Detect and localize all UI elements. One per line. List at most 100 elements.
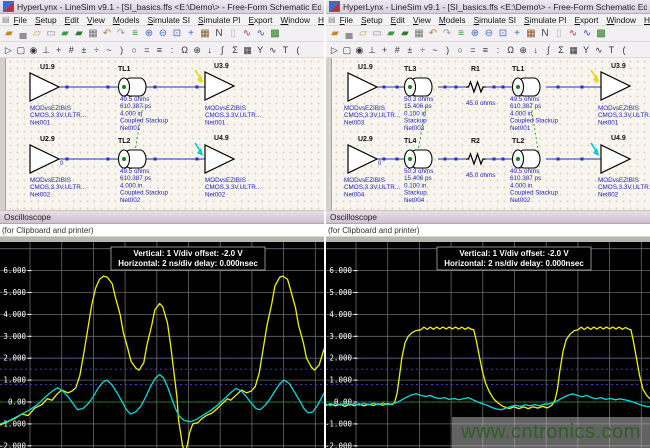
zoom-out-icon[interactable]: ⊖ [156,27,170,40]
zoom-in-icon[interactable]: ⊕ [468,27,482,40]
open-design-icon[interactable]: ▰ [2,27,16,40]
redo-icon[interactable]: ↷ [114,27,128,40]
menu-setup[interactable]: Setup [361,15,383,25]
menu-models[interactable]: Models [439,15,466,25]
palette-icon-10[interactable]: ) [115,43,128,56]
palette-icon-16[interactable]: ⊕ [191,43,204,56]
palette-icon-1[interactable]: ▷ [328,43,341,56]
palette-icon-4[interactable]: ⊥ [366,43,379,56]
zoom-out-icon[interactable]: ⊖ [482,27,496,40]
palette-icon-8[interactable]: ÷ [416,43,429,56]
palette-icon-4[interactable]: ⊥ [40,43,53,56]
palette-icon-21[interactable]: Y [254,43,267,56]
palette-icon-11[interactable]: ○ [454,43,467,56]
palette-icon-23[interactable]: T [279,43,292,56]
oscilloscope-icon[interactable]: ∿ [580,27,594,40]
ic-buffer-U2.9[interactable] [348,145,377,173]
save-icon[interactable]: ▰ [384,27,398,40]
palette-icon-3[interactable]: ◉ [27,43,40,56]
palette-icon-17[interactable]: ↓ [530,43,543,56]
menu-file[interactable]: File [14,15,27,25]
palette-icon-2[interactable]: ▢ [341,43,354,56]
palette-icon-15[interactable]: Ω [178,43,191,56]
print-icon[interactable]: ▄ [342,27,356,40]
open-file-icon[interactable]: ▱ [30,27,44,40]
menu-edit[interactable]: Edit [65,15,79,25]
mdi-child-icon[interactable]: ▤ [2,15,10,24]
board-sim-icon[interactable]: ▩ [594,27,608,40]
palette-icon-19[interactable]: Σ [229,43,242,56]
palette-icon-2[interactable]: ▢ [15,43,28,56]
ic-buffer-U4.9[interactable] [205,145,234,173]
window-titlebar[interactable]: HyperLynx - LineSim v9.1 - [SI_basics.ff… [0,0,324,14]
new-sheet-icon[interactable]: ▯ [226,27,240,40]
resistor-R1[interactable] [466,82,486,92]
ic-buffer-U4.9[interactable] [601,145,630,173]
menu-export[interactable]: Export [248,15,272,25]
menu-edit[interactable]: Edit [391,15,405,25]
ic-buffer-U3.9[interactable] [601,72,630,100]
palette-icon-11[interactable]: ○ [128,43,141,56]
board-view-icon[interactable]: ▦ [198,27,212,40]
menu-simulate-pi[interactable]: Simulate PI [524,15,566,25]
pan-icon[interactable]: + [184,27,198,40]
menu-window[interactable]: Window [280,15,310,25]
menu-simulate-pi[interactable]: Simulate PI [198,15,240,25]
palette-icon-17[interactable]: ↓ [204,43,217,56]
palette-icon-12[interactable]: = [141,43,154,56]
resistor-R2[interactable] [466,154,486,164]
ic-buffer-U1.9[interactable] [30,73,59,101]
zoom-window-icon[interactable]: ⊡ [496,27,510,40]
mdi-child-icon[interactable]: ▤ [328,15,336,24]
zoom-in-icon[interactable]: ⊕ [142,27,156,40]
save-icon[interactable]: ▰ [58,27,72,40]
palette-icon-3[interactable]: ◉ [353,43,366,56]
palette-icon-12[interactable]: = [467,43,480,56]
printer-icon[interactable]: ▦ [412,27,426,40]
print-icon[interactable]: ▄ [16,27,30,40]
palette-icon-5[interactable]: + [52,43,65,56]
save-all-icon[interactable]: ▰ [72,27,86,40]
menu-simulate-si[interactable]: Simulate SI [148,15,190,25]
palette-icon-10[interactable]: ) [441,43,454,56]
pan-icon[interactable]: + [510,27,524,40]
open-design-icon[interactable]: ▰ [328,27,342,40]
menu-export[interactable]: Export [574,15,598,25]
palette-icon-20[interactable]: ▦ [567,43,580,56]
undo-icon[interactable]: ↶ [100,27,114,40]
palette-icon-8[interactable]: ÷ [90,43,103,56]
palette-icon-6[interactable]: # [391,43,404,56]
zoom-window-icon[interactable]: ⊡ [170,27,184,40]
palette-icon-14[interactable]: : [166,43,179,56]
stackup-editor-icon[interactable]: ≡ [454,27,468,40]
palette-icon-24[interactable]: ( [618,43,631,56]
palette-icon-23[interactable]: T [605,43,618,56]
palette-icon-9[interactable]: ~ [103,43,116,56]
menu-window[interactable]: Window [606,15,636,25]
undo-icon[interactable]: ↶ [426,27,440,40]
menu-setup[interactable]: Setup [35,15,57,25]
palette-icon-7[interactable]: ± [404,43,417,56]
palette-icon-13[interactable]: ≡ [479,43,492,56]
palette-icon-6[interactable]: # [65,43,78,56]
save-all-icon[interactable]: ▰ [398,27,412,40]
palette-icon-18[interactable]: ∫ [542,43,555,56]
palette-icon-22[interactable]: ∿ [592,43,605,56]
palette-icon-14[interactable]: : [492,43,505,56]
palette-icon-18[interactable]: ∫ [216,43,229,56]
print-preview-icon[interactable]: ▭ [370,27,384,40]
palette-icon-13[interactable]: ≡ [153,43,166,56]
ic-buffer-U3.9[interactable] [205,72,234,100]
menu-file[interactable]: File [340,15,353,25]
eye-diagram-icon[interactable]: ∿ [240,27,254,40]
palette-icon-21[interactable]: Y [580,43,593,56]
oscilloscope-icon[interactable]: ∿ [254,27,268,40]
palette-icon-19[interactable]: Σ [555,43,568,56]
palette-icon-1[interactable]: ▷ [2,43,15,56]
redo-icon[interactable]: ↷ [440,27,454,40]
new-sheet-icon[interactable]: ▯ [552,27,566,40]
net-names-icon[interactable]: N [538,27,552,40]
palette-icon-7[interactable]: ± [78,43,91,56]
board-view-icon[interactable]: ▦ [524,27,538,40]
palette-icon-16[interactable]: ⊕ [517,43,530,56]
